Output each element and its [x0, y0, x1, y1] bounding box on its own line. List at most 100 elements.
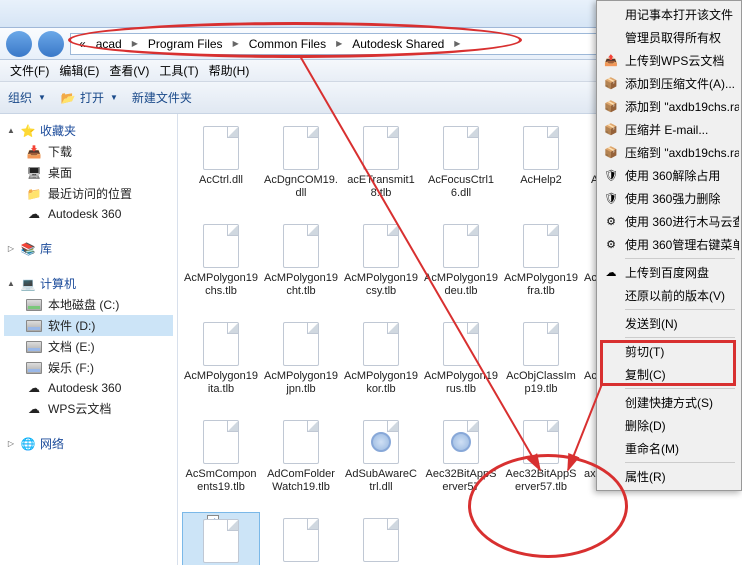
menu-item-icon: [603, 288, 619, 304]
sidebar: ▲⭐收藏夹 📥下载 🖥桌面 📁最近访问的位置 ☁Autodesk 360 ▷📚库…: [0, 114, 178, 565]
sidebar-disk-c[interactable]: 本地磁盘 (C:): [4, 294, 173, 315]
context-menu-item[interactable]: 管理员取得所有权: [599, 26, 739, 49]
context-menu-item[interactable]: ⚙使用 360管理右键菜单: [599, 233, 739, 256]
file-item[interactable]: AdSubAwareCtrl.dll: [342, 414, 420, 510]
file-item[interactable]: AcMPolygon19ita.tlb: [182, 316, 260, 412]
menu-item-label: 创建快捷方式(S): [625, 394, 713, 411]
file-thumb: [197, 418, 245, 466]
file-thumb: [357, 516, 405, 564]
breadcrumb-item[interactable]: Common Files: [245, 35, 330, 53]
file-name: AcMPolygon19rus.tlb: [424, 370, 498, 396]
context-menu-item[interactable]: 用记事本打开该文件: [599, 3, 739, 26]
nav-forward-button[interactable]: [38, 31, 64, 57]
file-item[interactable]: ✓axdb19chs.tlb: [182, 512, 260, 565]
context-menu-item[interactable]: 还原以前的版本(V): [599, 284, 739, 307]
context-menu-item[interactable]: 属性(R): [599, 465, 739, 488]
file-thumb: [437, 320, 485, 368]
context-menu-item[interactable]: 📤上传到WPS云文档: [599, 49, 739, 72]
file-name: AcMPolygon19kor.tlb: [344, 370, 418, 396]
computer-icon: 💻: [20, 276, 36, 292]
file-item[interactable]: AcFocusCtrl16.dll: [422, 120, 500, 216]
menu-item-label: 删除(D): [625, 417, 666, 434]
file-item[interactable]: AcMPolygon19csy.tlb: [342, 218, 420, 314]
sidebar-downloads[interactable]: 📥下载: [4, 141, 173, 162]
menu-file[interactable]: 文件(F): [6, 60, 53, 81]
file-item[interactable]: axdb19: [342, 512, 420, 565]
file-name: AcMPolygon19deu.tlb: [424, 272, 498, 298]
menu-item-icon: [603, 441, 619, 457]
file-item[interactable]: acETransmit18.tlb: [342, 120, 420, 216]
file-item[interactable]: AcMPolygon19chs.tlb: [182, 218, 260, 314]
star-icon: ⭐: [20, 123, 36, 139]
file-item[interactable]: AcMPolygon19rus.tlb: [422, 316, 500, 412]
menu-item-icon: [603, 344, 619, 360]
context-menu-item[interactable]: ⚙使用 360进行木马云查: [599, 210, 739, 233]
context-menu-item[interactable]: 🛡使用 360强力删除: [599, 187, 739, 210]
sidebar-computer-header[interactable]: ▲💻计算机: [4, 273, 173, 294]
menu-tools[interactable]: 工具(T): [155, 60, 202, 81]
file-item[interactable]: AcObjClassImp19.tlb: [502, 316, 580, 412]
context-menu-item[interactable]: 🛡使用 360解除占用: [599, 164, 739, 187]
sidebar-favorites-header[interactable]: ▲⭐收藏夹: [4, 120, 173, 141]
menu-edit[interactable]: 编辑(E): [55, 60, 103, 81]
sidebar-autodesk360-drive[interactable]: ☁Autodesk 360: [4, 378, 173, 398]
context-menu-item[interactable]: 📦压缩到 "axdb19chs.ra: [599, 141, 739, 164]
context-menu: 用记事本打开该文件管理员取得所有权📤上传到WPS云文档📦添加到压缩文件(A)..…: [596, 0, 742, 491]
context-menu-item[interactable]: 剪切(T): [599, 340, 739, 363]
sidebar-wps-cloud[interactable]: ☁WPS云文档: [4, 398, 173, 419]
menu-item-label: 用记事本打开该文件: [625, 6, 733, 23]
context-menu-item[interactable]: 📦压缩并 E-mail...: [599, 118, 739, 141]
sidebar-disk-e[interactable]: 文档 (E:): [4, 336, 173, 357]
file-item[interactable]: AcMPolygon19deu.tlb: [422, 218, 500, 314]
context-menu-item[interactable]: 复制(C): [599, 363, 739, 386]
sidebar-recent[interactable]: 📁最近访问的位置: [4, 183, 173, 204]
file-item[interactable]: AcHelp2: [502, 120, 580, 216]
newfolder-button[interactable]: 新建文件夹: [132, 89, 192, 106]
network-icon: 🌐: [20, 436, 36, 452]
context-menu-item[interactable]: 删除(D): [599, 414, 739, 437]
sidebar-network-header[interactable]: ▷🌐网络: [4, 433, 173, 454]
menu-view[interactable]: 查看(V): [105, 60, 153, 81]
disk-icon: [26, 341, 42, 353]
context-menu-item[interactable]: 重命名(M): [599, 437, 739, 460]
file-item[interactable]: AdComFolderWatch19.tlb: [262, 414, 340, 510]
menu-item-label: 还原以前的版本(V): [625, 287, 725, 304]
file-name: AcMPolygon19chs.tlb: [184, 272, 258, 298]
sidebar-disk-d[interactable]: 软件 (D:): [4, 315, 173, 336]
menu-help[interactable]: 帮助(H): [205, 60, 254, 81]
menu-item-label: 使用 360进行木马云查: [625, 213, 739, 230]
nav-back-button[interactable]: [6, 31, 32, 57]
organize-button[interactable]: 组织▼: [8, 89, 46, 106]
breadcrumb-item[interactable]: Program Files: [144, 35, 227, 53]
file-item[interactable]: Aec32BitAppServer57: [422, 414, 500, 510]
file-name: AcObjClassImp19.tlb: [504, 370, 578, 396]
file-item[interactable]: AcMPolygon19cht.tlb: [262, 218, 340, 314]
breadcrumb-item[interactable]: acad: [92, 35, 126, 53]
context-menu-item[interactable]: 📦添加到压缩文件(A)...: [599, 72, 739, 95]
sidebar-disk-f[interactable]: 娱乐 (F:): [4, 357, 173, 378]
file-item[interactable]: AcMPolygon19fra.tlb: [502, 218, 580, 314]
file-item[interactable]: axdb19cht.tlb: [262, 512, 340, 565]
breadcrumb-item[interactable]: Autodesk Shared: [348, 35, 448, 53]
context-menu-item[interactable]: 创建快捷方式(S): [599, 391, 739, 414]
file-name: AcCtrl.dll: [199, 174, 243, 187]
file-item[interactable]: AcCtrl.dll: [182, 120, 260, 216]
sidebar-autodesk360[interactable]: ☁Autodesk 360: [4, 204, 173, 224]
menu-item-label: 使用 360管理右键菜单: [625, 236, 739, 253]
file-item[interactable]: AcSmComponents19.tlb: [182, 414, 260, 510]
file-item[interactable]: AcMPolygon19jpn.tlb: [262, 316, 340, 412]
file-item[interactable]: Aec32BitAppServer57.tlb: [502, 414, 580, 510]
context-menu-item[interactable]: 📦添加到 "axdb19chs.ra: [599, 95, 739, 118]
file-thumb: [517, 320, 565, 368]
file-item[interactable]: AcMPolygon19kor.tlb: [342, 316, 420, 412]
open-button[interactable]: 📂打开▼: [60, 89, 118, 106]
sidebar-libraries-header[interactable]: ▷📚库: [4, 238, 173, 259]
menu-item-label: 上传到WPS云文档: [625, 52, 724, 69]
cloud-icon: ☁: [26, 380, 42, 396]
context-menu-item[interactable]: ☁上传到百度网盘: [599, 261, 739, 284]
file-item[interactable]: AcDgnCOM19.dll: [262, 120, 340, 216]
cloud-icon: ☁: [26, 401, 42, 417]
sidebar-desktop[interactable]: 🖥桌面: [4, 162, 173, 183]
disk-icon: [26, 299, 42, 311]
context-menu-item[interactable]: 发送到(N): [599, 312, 739, 335]
